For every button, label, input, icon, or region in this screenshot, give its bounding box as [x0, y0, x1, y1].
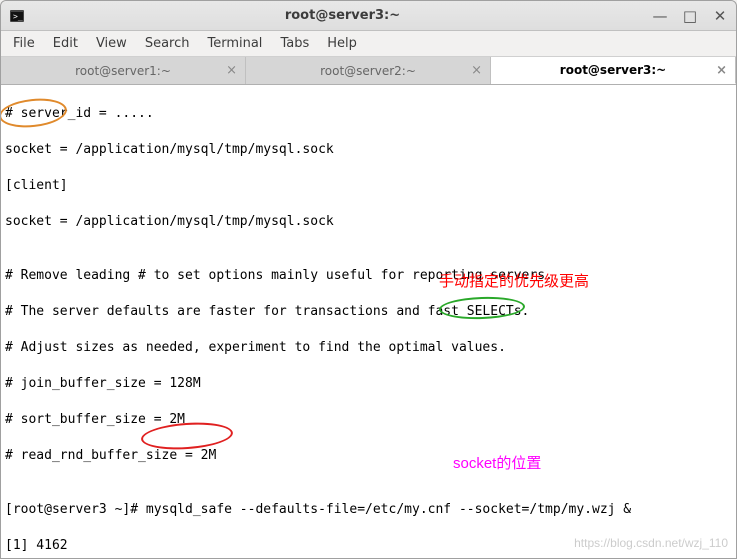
watermark: https://blog.csdn.net/wzj_110 — [574, 534, 728, 552]
tab-label: root@server2:~ — [320, 64, 416, 78]
terminal-line: # server_id = ..... — [5, 105, 732, 123]
menubar: File Edit View Search Terminal Tabs Help — [1, 31, 736, 57]
menu-tabs[interactable]: Tabs — [272, 33, 317, 54]
tab-close-icon[interactable]: × — [471, 63, 482, 78]
terminal-line: # The server defaults are faster for tra… — [5, 303, 732, 321]
menu-view[interactable]: View — [88, 33, 135, 54]
terminal-line: # Remove leading # to set options mainly… — [5, 267, 732, 285]
titlebar: >_ root@server3:~ — □ ✕ — [1, 1, 736, 31]
terminal-line: # sort_buffer_size = 2M — [5, 411, 732, 429]
terminal-line: [client] — [5, 177, 732, 195]
window-title: root@server3:~ — [33, 8, 652, 23]
terminal-line: [root@server3 ~]# mysqld_safe --defaults… — [5, 501, 732, 519]
tab-label: root@server3:~ — [560, 63, 666, 77]
svg-text:>_: >_ — [13, 12, 23, 21]
tab-label: root@server1:~ — [75, 64, 171, 78]
menu-help[interactable]: Help — [319, 33, 365, 54]
terminal-output[interactable]: # server_id = ..... socket = /applicatio… — [1, 85, 736, 558]
minimize-icon[interactable]: — — [652, 7, 668, 25]
tab-close-icon[interactable]: × — [716, 63, 727, 78]
terminal-line: # Adjust sizes as needed, experiment to … — [5, 339, 732, 357]
window-controls: — □ ✕ — [652, 7, 728, 25]
menu-edit[interactable]: Edit — [45, 33, 86, 54]
maximize-icon[interactable]: □ — [682, 7, 698, 25]
terminal-line: # join_buffer_size = 128M — [5, 375, 732, 393]
close-icon[interactable]: ✕ — [712, 7, 728, 25]
menu-file[interactable]: File — [5, 33, 43, 54]
menu-terminal[interactable]: Terminal — [199, 33, 270, 54]
menu-search[interactable]: Search — [137, 33, 198, 54]
tabbar: root@server1:~ × root@server2:~ × root@s… — [1, 57, 736, 85]
terminal-line: socket = /application/mysql/tmp/mysql.so… — [5, 213, 732, 231]
tab-server3[interactable]: root@server3:~ × — [491, 57, 736, 84]
terminal-line: # read_rnd_buffer_size = 2M — [5, 447, 732, 465]
terminal-app-icon: >_ — [9, 8, 25, 24]
tab-server1[interactable]: root@server1:~ × — [1, 57, 246, 84]
tab-server2[interactable]: root@server2:~ × — [246, 57, 491, 84]
terminal-line: socket = /application/mysql/tmp/mysql.so… — [5, 141, 732, 159]
tab-close-icon[interactable]: × — [226, 63, 237, 78]
